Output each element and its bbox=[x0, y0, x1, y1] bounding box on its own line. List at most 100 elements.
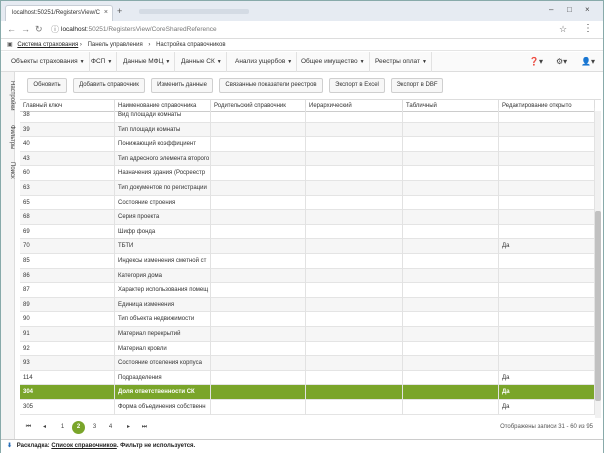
export-excel-button[interactable]: Экспорт в Excel bbox=[329, 78, 385, 93]
export-dbf-button[interactable]: Экспорт в DBF bbox=[391, 78, 443, 93]
arrow-down-icon: ⬇ bbox=[7, 443, 13, 449]
gear-icon[interactable]: ⚙▾ bbox=[556, 52, 567, 72]
cell-name: Характер использования помещ bbox=[115, 283, 211, 298]
table-row[interactable]: 68 Серия проекта bbox=[20, 210, 595, 225]
prev-page-icon[interactable]: ◂ bbox=[38, 421, 51, 434]
cell-editable bbox=[499, 268, 595, 284]
cell-hierarchical bbox=[306, 166, 403, 181]
table-row[interactable]: 40 Понижающий коэффициент bbox=[20, 137, 595, 152]
table-row[interactable]: 69 Шифр фонда bbox=[20, 224, 595, 240]
page-link[interactable]: 1 bbox=[56, 421, 69, 434]
table-row[interactable]: 43 Тип адресного элемента второго bbox=[20, 151, 595, 167]
user-icon[interactable]: 👤▾ bbox=[581, 52, 595, 72]
cell-name: Назначения здания (Росреестр bbox=[115, 166, 211, 181]
nav-damage-analysis[interactable]: Анализ ущербов ▼ bbox=[231, 52, 298, 72]
cell-key: 89 bbox=[20, 297, 115, 313]
table-row[interactable]: 114 Подразделения Да bbox=[20, 370, 595, 386]
browser-window: localhost:50251/RegistersView/C × + – □ … bbox=[0, 0, 604, 453]
table-row[interactable]: 305 Форма объединения собственн Да bbox=[20, 400, 595, 415]
nav-payment-registers[interactable]: Реестры оплат ▼ bbox=[371, 52, 432, 72]
table-row[interactable]: 89 Единица изменения bbox=[20, 297, 595, 313]
breadcrumb-root[interactable]: Система страхования bbox=[17, 42, 78, 48]
table-row[interactable]: 87 Характер использования помещ bbox=[20, 283, 595, 298]
breadcrumb-current: Настройка справочников bbox=[156, 42, 226, 48]
cell-editable bbox=[499, 181, 595, 196]
side-tab-settings[interactable]: Настройки bbox=[1, 76, 15, 116]
new-tab-icon[interactable]: + bbox=[117, 7, 127, 17]
add-reference-button[interactable]: Добавить справочник bbox=[73, 78, 145, 93]
cell-editable: Да bbox=[499, 400, 595, 415]
linked-indicators-button[interactable]: Связанные показатели реестров bbox=[219, 78, 323, 93]
help-icon[interactable]: ❓▾ bbox=[529, 52, 543, 72]
info-icon[interactable]: ⓘ bbox=[51, 24, 59, 35]
table-row[interactable]: 70 ТБТИ Да bbox=[20, 239, 595, 254]
page-link[interactable]: 3 bbox=[88, 421, 101, 434]
cell-parent bbox=[211, 195, 306, 211]
page-link[interactable]: 4 bbox=[104, 421, 117, 434]
forward-icon[interactable]: → bbox=[21, 24, 30, 34]
table-row[interactable]: 39 Тип площади комнаты bbox=[20, 122, 595, 138]
nav-label: Анализ ущербов bbox=[235, 58, 286, 65]
browser-menu-icon[interactable]: ⋮ bbox=[583, 23, 593, 34]
bookmark-star-icon[interactable]: ☆ bbox=[559, 24, 567, 35]
cell-key: 85 bbox=[20, 254, 115, 269]
cell-parent bbox=[211, 327, 306, 342]
table-row[interactable]: 38 Вид площади комнаты bbox=[20, 108, 595, 123]
table-row[interactable]: 86 Категория дома bbox=[20, 268, 595, 284]
cell-key: 65 bbox=[20, 195, 115, 211]
edit-data-button[interactable]: Изменить данные bbox=[151, 78, 213, 93]
scrollbar-thumb[interactable] bbox=[595, 211, 601, 401]
next-page-icon[interactable]: ▸ bbox=[122, 421, 135, 434]
table-row[interactable]: 90 Тип объекта недвижимости bbox=[20, 312, 595, 327]
table-row[interactable]: 63 Тип документов по регистрации bbox=[20, 181, 595, 196]
home-icon[interactable]: ▣ bbox=[7, 42, 13, 48]
side-tab-filters[interactable]: Фильтры bbox=[1, 120, 15, 154]
cell-hierarchical bbox=[306, 151, 403, 167]
table-row[interactable]: 60 Назначения здания (Росреестр bbox=[20, 166, 595, 181]
table-row[interactable]: 91 Материал перекрытий bbox=[20, 327, 595, 342]
cell-parent bbox=[211, 297, 306, 313]
nav-label: Данные МФЦ bbox=[123, 58, 164, 65]
maximize-icon[interactable]: □ bbox=[567, 5, 572, 14]
records-info: Отображены записи 31 - 60 из 95 bbox=[500, 424, 593, 430]
table-row[interactable]: 92 Материал кровли bbox=[20, 341, 595, 357]
close-tab-icon[interactable]: × bbox=[104, 9, 108, 16]
back-icon[interactable]: ← bbox=[7, 24, 16, 34]
side-tab-search[interactable]: Поиск bbox=[1, 158, 15, 182]
cell-parent bbox=[211, 385, 306, 400]
reload-icon[interactable]: ↻ bbox=[35, 24, 43, 35]
refresh-button[interactable]: Обновить bbox=[27, 78, 67, 93]
page-link-current[interactable]: 2 bbox=[72, 421, 85, 434]
nav-common-property[interactable]: Общее имущество ▼ bbox=[297, 52, 370, 72]
minimize-icon[interactable]: – bbox=[549, 5, 553, 14]
cell-hierarchical bbox=[306, 268, 403, 284]
layout-link[interactable]: Список справочников bbox=[51, 443, 116, 449]
cell-key: 60 bbox=[20, 166, 115, 181]
nav-fsp[interactable]: ФСП ▼ bbox=[87, 52, 118, 72]
nav-sk-data[interactable]: Данные СК ▼ bbox=[177, 52, 227, 72]
cell-tabular bbox=[403, 283, 499, 298]
nav-mfc-data[interactable]: Данные МФЦ ▼ bbox=[119, 52, 176, 72]
cell-key: 69 bbox=[20, 224, 115, 240]
table-row[interactable]: 65 Состояние строения bbox=[20, 195, 595, 211]
table-row[interactable]: 85 Индексы изменения сметной ст bbox=[20, 254, 595, 269]
cell-parent bbox=[211, 122, 306, 138]
cell-editable: Да bbox=[499, 385, 595, 400]
nav-insurance-objects[interactable]: Объекты страхования ▼ bbox=[7, 52, 90, 72]
window-close-icon[interactable]: × bbox=[585, 5, 590, 14]
table-row[interactable]: 304 Доля ответственности СК Да bbox=[20, 385, 595, 400]
nav-label: Общее имущество bbox=[301, 58, 358, 65]
first-page-icon[interactable]: ⏮ bbox=[22, 421, 35, 434]
grid-scrollbar[interactable] bbox=[595, 111, 601, 418]
browser-tab[interactable]: localhost:50251/RegistersView/C × bbox=[5, 5, 113, 21]
cell-parent bbox=[211, 400, 306, 415]
cell-hierarchical bbox=[306, 181, 403, 196]
cell-parent bbox=[211, 341, 306, 357]
cell-tabular bbox=[403, 122, 499, 138]
last-page-icon[interactable]: ⏭ bbox=[138, 421, 151, 434]
table-row[interactable]: 93 Состояние отселения корпуса bbox=[20, 356, 595, 371]
cell-name: Состояние отселения корпуса bbox=[115, 356, 211, 371]
url-field[interactable]: localhost:50251/RegistersView/CoreShared… bbox=[61, 24, 541, 36]
breadcrumb-panel[interactable]: Панель управления bbox=[88, 42, 143, 48]
references-grid: Главный ключ Наименование справочника Ро… bbox=[20, 99, 601, 418]
